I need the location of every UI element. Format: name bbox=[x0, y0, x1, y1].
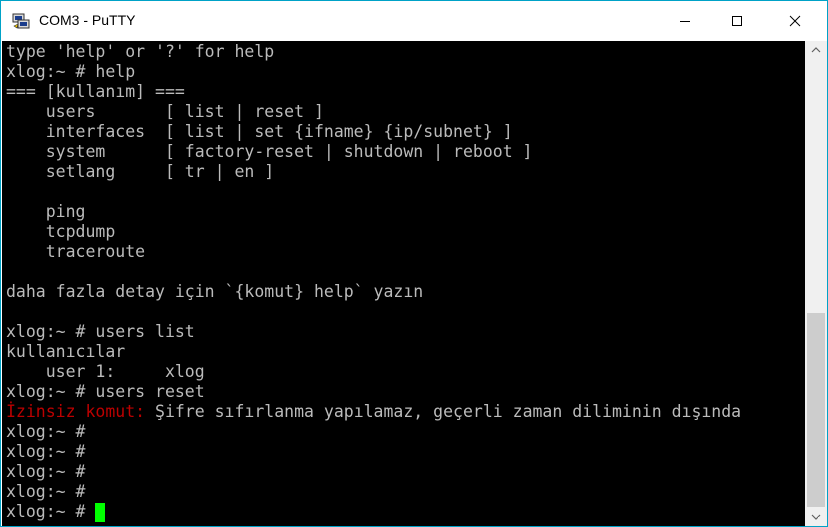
terminal-screen[interactable]: type 'help' or '?' for help xlog:~ # help… bbox=[2, 41, 805, 526]
prompt-text: xlog:~ # bbox=[6, 502, 96, 521]
terminal-line-text: xlog:~ # bbox=[6, 442, 86, 461]
maximize-icon bbox=[732, 16, 742, 26]
terminal-line: xlog:~ # bbox=[6, 442, 741, 462]
terminal-line: xlog:~ # bbox=[6, 422, 741, 442]
terminal-line-text: kullanıcılar bbox=[6, 342, 126, 361]
terminal-line: system [ factory-reset | shutdown | rebo… bbox=[6, 142, 741, 162]
terminal-line: tcpdump bbox=[6, 222, 741, 242]
terminal-line: setlang [ tr | en ] bbox=[6, 162, 741, 182]
maximize-button[interactable] bbox=[714, 1, 760, 41]
terminal-line-text: interfaces [ list | set {ifname} {ip/sub… bbox=[6, 122, 513, 141]
terminal-line-text: user 1: xlog bbox=[6, 362, 205, 381]
terminal-line: user 1: xlog bbox=[6, 362, 741, 382]
terminal-line-text: xlog:~ # bbox=[6, 482, 86, 501]
minimize-icon bbox=[680, 21, 690, 22]
terminal-line: İzinsiz komut: Şifre sıfırlanma yapılama… bbox=[6, 402, 741, 422]
terminal-line-text: system [ factory-reset | shutdown | rebo… bbox=[6, 142, 533, 161]
terminal-line: type 'help' or '?' for help bbox=[6, 42, 741, 62]
text-cursor bbox=[95, 503, 106, 522]
terminal-line: xlog:~ # users reset bbox=[6, 382, 741, 402]
terminal-line-text: tcpdump bbox=[6, 222, 116, 241]
putty-icon[interactable] bbox=[12, 12, 30, 30]
error-prefix: İzinsiz komut: bbox=[6, 402, 146, 421]
terminal-output: type 'help' or '?' for help xlog:~ # help… bbox=[6, 42, 741, 522]
terminal-line: xlog:~ # bbox=[6, 482, 741, 502]
terminal-line-text: users [ list | reset ] bbox=[6, 102, 324, 121]
vertical-scrollbar[interactable] bbox=[805, 41, 827, 526]
putty-window: COM3 - PuTTY type 'help' or '?' for help… bbox=[0, 0, 828, 527]
terminal-line-text: xlog:~ # users list bbox=[6, 322, 195, 341]
scroll-up-arrow-icon bbox=[811, 47, 821, 53]
terminal-line-text: xlog:~ # help bbox=[6, 62, 136, 81]
terminal-line-text: xlog:~ # bbox=[6, 462, 86, 481]
terminal-line-text: xlog:~ # users reset bbox=[6, 382, 205, 401]
terminal-line: xlog:~ # help bbox=[6, 62, 741, 82]
minimize-button[interactable] bbox=[662, 1, 708, 41]
close-button[interactable] bbox=[772, 1, 818, 41]
scrollbar-thumb[interactable] bbox=[807, 313, 825, 507]
terminal-line-text: xlog:~ # bbox=[6, 422, 86, 441]
terminal-line: === [kullanım] === bbox=[6, 82, 741, 102]
title-bar[interactable]: COM3 - PuTTY bbox=[1, 1, 827, 41]
terminal-line-text: traceroute bbox=[6, 242, 146, 261]
resize-grip[interactable] bbox=[818, 517, 826, 525]
terminal-line: xlog:~ # users list bbox=[6, 322, 741, 342]
terminal-line-text: === [kullanım] === bbox=[6, 82, 185, 101]
terminal-line-text: type 'help' or '?' for help bbox=[6, 42, 275, 61]
terminal-line: users [ list | reset ] bbox=[6, 102, 741, 122]
prompt-line[interactable]: xlog:~ # bbox=[6, 502, 741, 522]
terminal-line: interfaces [ list | set {ifname} {ip/sub… bbox=[6, 122, 741, 142]
terminal-line-text: daha fazla detay için `{komut} help` yaz… bbox=[6, 282, 424, 301]
close-icon bbox=[789, 15, 801, 27]
scroll-up-button[interactable] bbox=[805, 41, 827, 59]
window-title: COM3 - PuTTY bbox=[39, 12, 136, 28]
terminal-line-text: Şifre sıfırlanma yapılamaz, geçerli zama… bbox=[145, 402, 742, 421]
terminal-line-text: ping bbox=[6, 202, 86, 221]
terminal-line: daha fazla detay için `{komut} help` yaz… bbox=[6, 282, 741, 302]
terminal-line-text: setlang [ tr | en ] bbox=[6, 162, 275, 181]
terminal-line: ping bbox=[6, 202, 741, 222]
terminal-line: xlog:~ # bbox=[6, 462, 741, 482]
terminal-line: traceroute bbox=[6, 242, 741, 262]
terminal-line: kullanıcılar bbox=[6, 342, 741, 362]
